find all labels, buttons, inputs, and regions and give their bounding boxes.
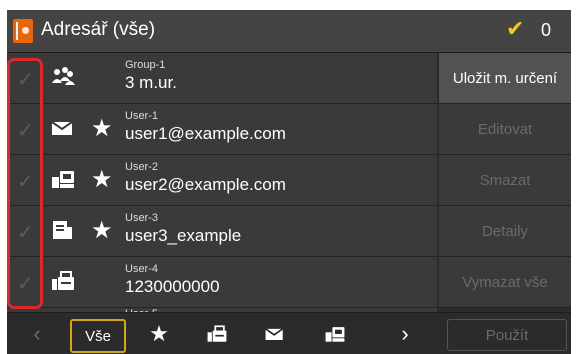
entry-address: user3_example <box>125 226 242 245</box>
favorite-star-icon: ★ <box>91 217 113 244</box>
entry-name: User-3 <box>125 212 159 224</box>
edit-button[interactable]: Editovat <box>439 104 571 155</box>
filter-favorites-star-icon[interactable]: ★ <box>145 319 173 349</box>
list-item[interactable]: ✓ User-4 1230000000 <box>7 257 437 308</box>
filter-all-button[interactable]: Vše <box>70 319 126 353</box>
details-button[interactable]: Detaily <box>439 206 571 257</box>
clear-all-button[interactable]: Vymazat vše <box>439 257 571 308</box>
list-item[interactable]: ✓ ★ User-3 user3_example <box>7 206 437 257</box>
save-destination-button[interactable]: Uložit m. určení <box>439 53 571 104</box>
delete-button[interactable]: Smazat <box>439 155 571 206</box>
chevron-right-icon[interactable]: › <box>393 319 417 349</box>
list-item[interactable]: ✓ Group-1 3 m.ur. <box>7 53 437 104</box>
list-item[interactable]: ✓ ★ User-2 user2@example.com <box>7 155 437 206</box>
chevron-left-icon[interactable]: ‹ <box>25 319 49 349</box>
title-bar: Adresář (vše) ✔ 0 <box>7 10 571 53</box>
page-title: Adresář (vše) <box>41 19 156 40</box>
file-server-icon <box>49 165 77 193</box>
entry-name: Group-1 <box>125 59 166 71</box>
entry-address: user1@example.com <box>125 124 286 143</box>
command-panel: Uložit m. určení Editovat Smazat Detaily… <box>439 53 571 308</box>
entry-address: user2@example.com <box>125 175 286 194</box>
bottom-filter-bar: ‹ Vše ★ › Použít <box>7 312 571 354</box>
email-icon <box>49 114 77 142</box>
favorite-star-icon: ★ <box>91 115 113 142</box>
filter-email-icon[interactable] <box>261 319 289 349</box>
filter-file-server-icon[interactable] <box>321 319 349 349</box>
entry-name: User-4 <box>125 263 159 275</box>
selected-count: 0 <box>541 20 552 40</box>
entry-address: 1230000000 <box>125 277 220 296</box>
address-book-icon <box>13 19 33 43</box>
filter-fax-icon[interactable] <box>203 319 231 349</box>
checkmark-icon: ✔ <box>506 16 525 41</box>
fax-icon <box>49 267 77 295</box>
fax-document-icon <box>49 216 77 244</box>
entry-name: User-1 <box>125 110 159 122</box>
list-item[interactable]: ✓ ★ User-1 user1@example.com <box>7 104 437 155</box>
entry-address: 3 m.ur. <box>125 73 177 92</box>
checkbox-column-highlight <box>7 58 43 309</box>
favorite-star-icon: ★ <box>91 166 113 193</box>
group-icon <box>49 63 77 91</box>
apply-button[interactable]: Použít <box>447 319 567 351</box>
address-book-screen: Adresář (vše) ✔ 0 ✓ Group-1 3 m.ur. ✓ ★ … <box>7 10 571 354</box>
entry-name: User-2 <box>125 161 159 173</box>
